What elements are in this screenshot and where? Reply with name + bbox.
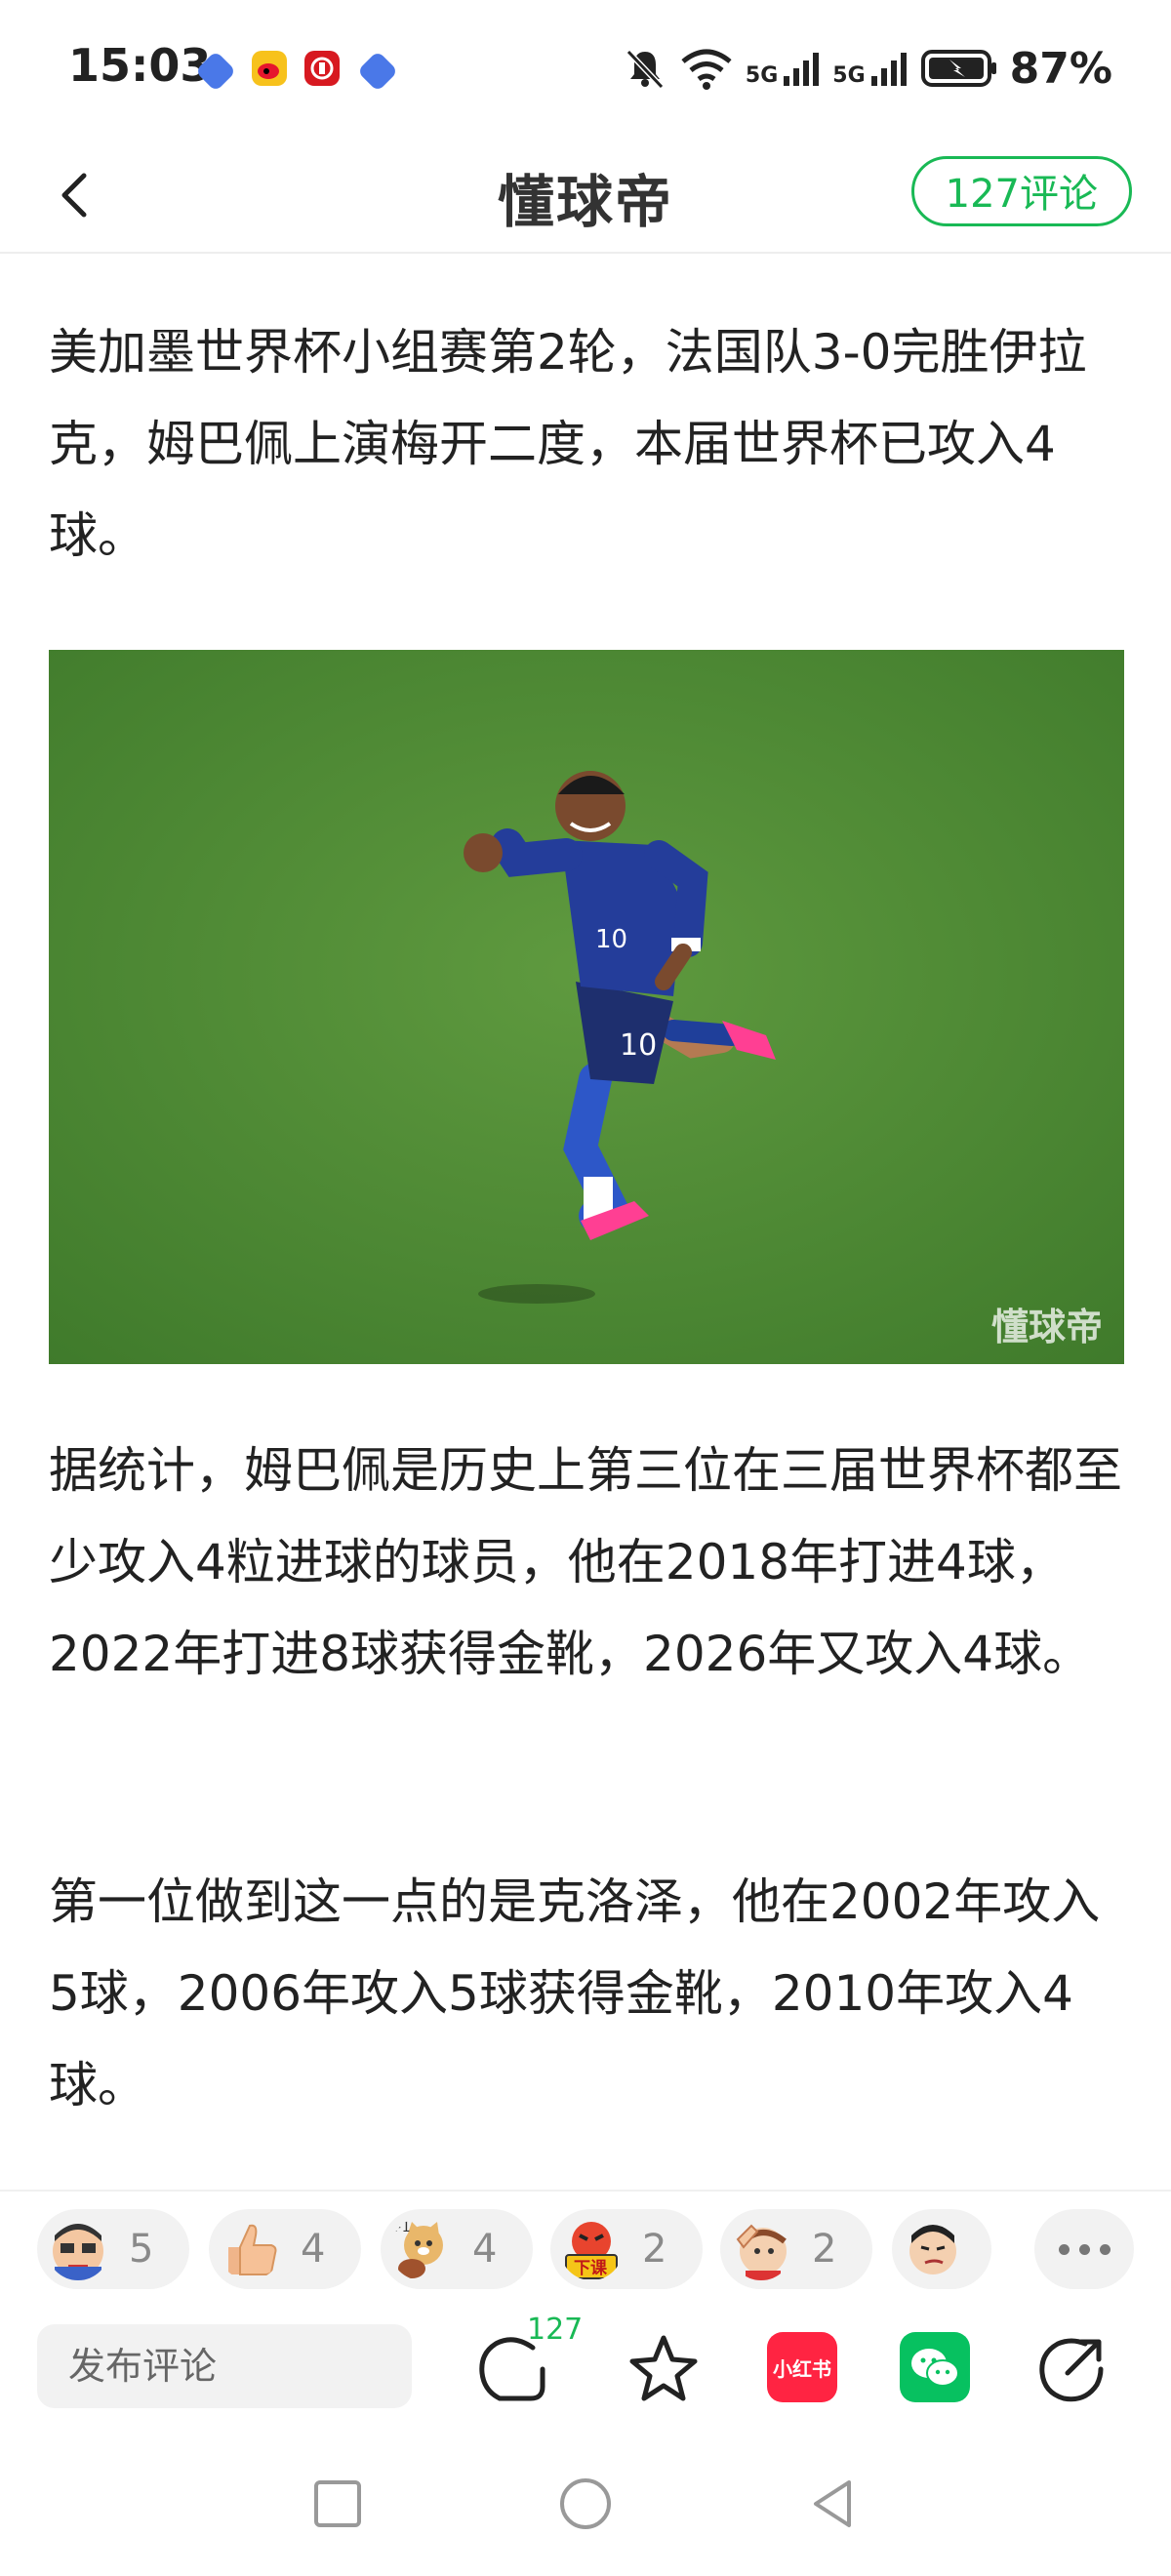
cellular-signal-1: 5G [746, 49, 821, 88]
share-button[interactable] [1032, 2330, 1110, 2408]
battery-icon [920, 50, 996, 87]
reaction-count: 2 [642, 2227, 667, 2272]
article-paragraph: 据统计，姆巴佩是历史上第三位在三届世界杯都至少攻入4粒进球的球员，他在2018年… [49, 1442, 1122, 1682]
more-dot-icon [1078, 2243, 1090, 2255]
circle-icon [560, 2478, 611, 2529]
battery-percentage: 87% [1009, 43, 1112, 94]
status-icons: 5G 5G 87% [623, 41, 1112, 96]
square-icon [314, 2480, 361, 2527]
svg-text:10: 10 [620, 1028, 657, 1063]
reaction-count: 2 [812, 2227, 837, 2272]
favorite-button[interactable] [625, 2330, 703, 2408]
triangle-back-icon [814, 2480, 851, 2527]
reaction-count: 4 [301, 2227, 326, 2272]
recents-button[interactable] [310, 2476, 365, 2531]
reaction-facepalm[interactable]: 2 [720, 2209, 872, 2289]
comments-button[interactable]: 127评论 [910, 156, 1132, 226]
article-image[interactable]: 10 10 懂球帝 [49, 650, 1124, 1364]
thumbs-up-icon [228, 2224, 277, 2275]
reaction-thumbs-up[interactable]: 4 [209, 2209, 361, 2289]
sneer-face-icon [909, 2225, 956, 2274]
home-button[interactable] [556, 2475, 615, 2533]
weibo-icon [252, 51, 287, 86]
comment-input[interactable]: 发布评论 [37, 2324, 412, 2408]
svg-text:+1: +1 [390, 2220, 411, 2235]
share-wechat-button[interactable] [900, 2332, 970, 2402]
mute-bell-icon [626, 49, 665, 90]
reaction-count: 5 [129, 2227, 154, 2272]
status-bar: 15:03 5G 5G 87% [0, 0, 1171, 137]
player-celebration-image: 10 10 [49, 650, 1124, 1364]
wifi-icon [681, 49, 732, 90]
system-nav-bar [0, 2432, 1171, 2576]
app-header: 懂球帝 127评论 [0, 137, 1171, 254]
reaction-angry[interactable]: 5 [37, 2209, 189, 2289]
article-paragraph: 第一位做到这一点的是克洛泽，他在2002年攻入5球，2006年攻入5球获得金靴，… [49, 1873, 1101, 2113]
star-icon [629, 2335, 698, 2401]
back-nav-button[interactable] [806, 2476, 861, 2531]
bank-app-icon [304, 51, 340, 86]
doge-icon: +1 [390, 2220, 443, 2278]
reaction-count: 4 [472, 2227, 498, 2272]
comment-count-badge: 127 [527, 2313, 584, 2347]
facepalm-icon [736, 2224, 787, 2280]
class-dismissed-icon: 下课 [565, 2222, 618, 2279]
bottom-action-bar: 发布评论 127 小红书 [0, 2305, 1171, 2432]
status-time: 15:03 [68, 39, 212, 92]
share-arrow-icon [1039, 2338, 1104, 2402]
more-dot-icon [1058, 2243, 1070, 2255]
more-reactions-button[interactable] [1034, 2209, 1134, 2289]
wechat-icon [911, 2349, 959, 2387]
reactions-bar: 5 4 +1 4 下课 2 2 [0, 2190, 1171, 2307]
xiaohongshu-icon: 小红书 [773, 2356, 831, 2381]
svg-text:下课: 下课 [574, 2259, 608, 2278]
article-paragraph: 美加墨世界杯小组赛第2轮，法国队3-0完胜伊拉克，姆巴佩上演梅开二度，本届世界杯… [49, 324, 1087, 564]
angry-face-icon [53, 2224, 103, 2280]
more-dot-icon [1099, 2243, 1110, 2255]
cellular-signal-2: 5G [832, 49, 908, 88]
reaction-class-dismissed[interactable]: 下课 2 [550, 2209, 703, 2289]
reaction-sneer[interactable] [892, 2209, 991, 2289]
image-watermark: 懂球帝 [990, 1306, 1103, 1348]
share-xiaohongshu-button[interactable]: 小红书 [767, 2332, 837, 2402]
reaction-doge[interactable]: +1 4 [381, 2209, 533, 2289]
svg-text:10: 10 [595, 925, 627, 954]
app-notification-icon [356, 50, 399, 93]
